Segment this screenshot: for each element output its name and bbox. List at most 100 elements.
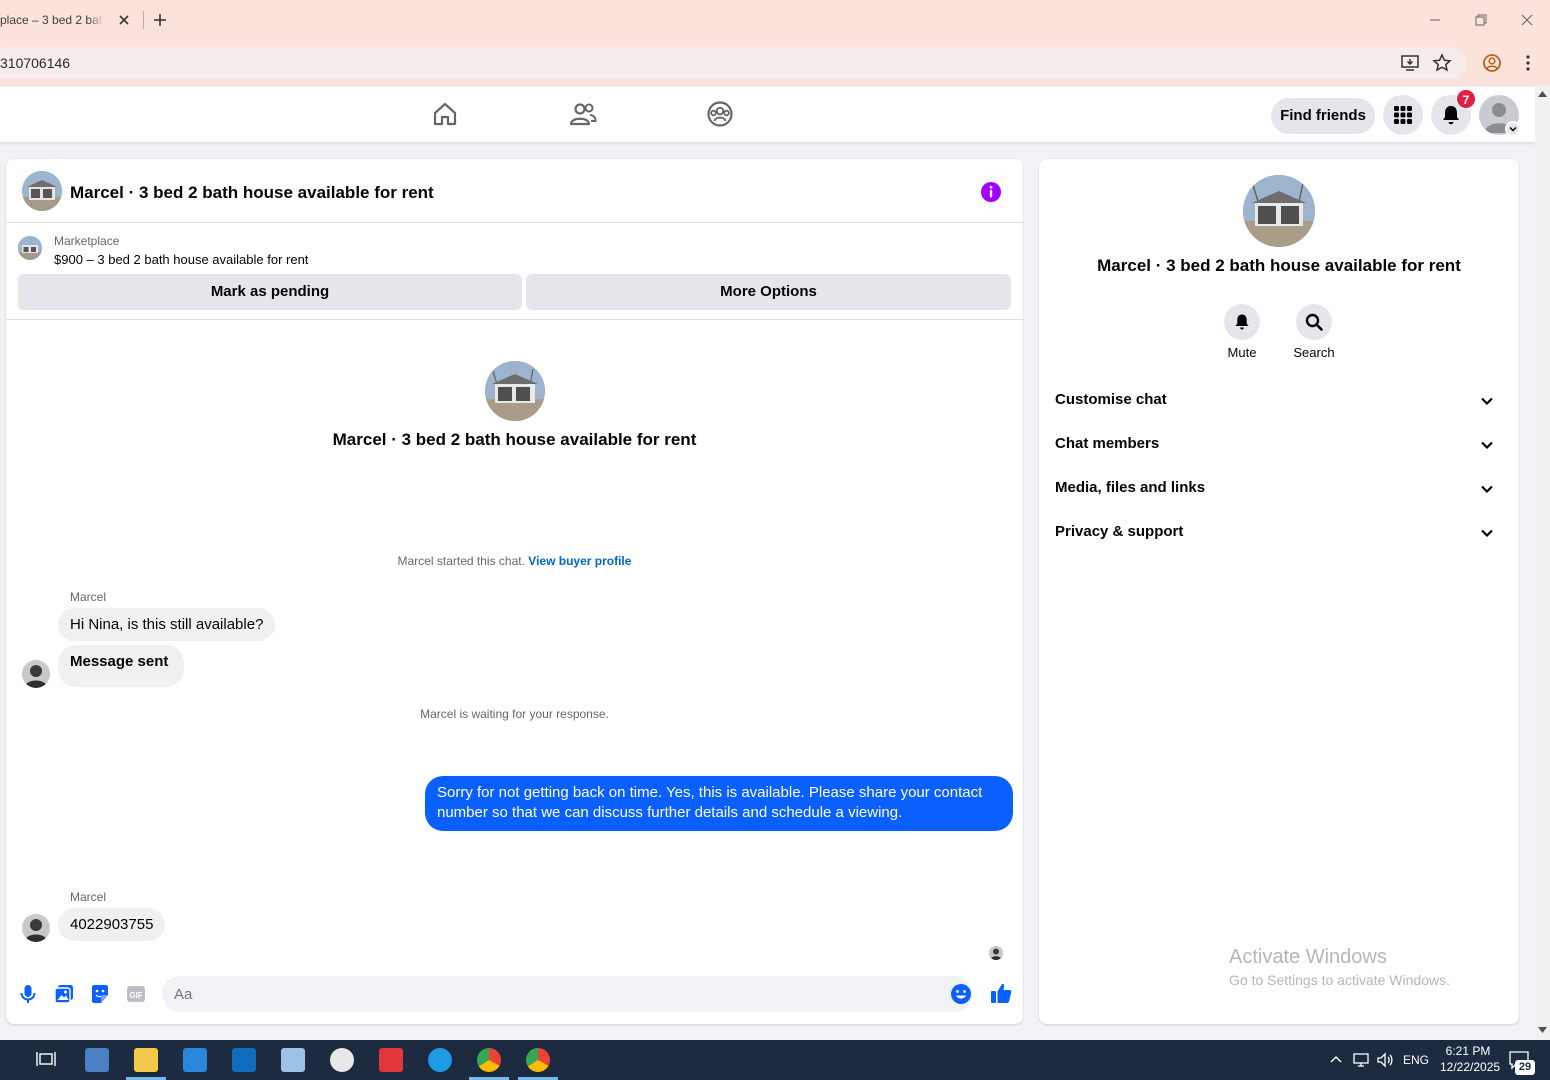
window-close-icon[interactable]: [1517, 10, 1537, 30]
microphone-icon[interactable]: [17, 983, 39, 1005]
sender-avatar[interactable]: [22, 914, 50, 942]
more-options-button[interactable]: More Options: [526, 274, 1011, 310]
chat-header: Marcel · 3 bed 2 bath house available fo…: [6, 159, 1023, 223]
listing-thumbnail[interactable]: [22, 171, 62, 211]
volume-icon[interactable]: [1376, 1051, 1394, 1069]
message-input[interactable]: [162, 976, 972, 1012]
chrome-browser-icon[interactable]: [477, 1048, 501, 1072]
marketplace-label: Marketplace: [54, 234, 120, 248]
section-label: Customise chat: [1055, 391, 1167, 408]
page-scrollbar[interactable]: [1535, 87, 1550, 1040]
menu-button[interactable]: [1383, 95, 1423, 135]
edge-browser-icon[interactable]: [428, 1048, 452, 1072]
photo-icon[interactable]: [53, 983, 75, 1005]
incoming-message[interactable]: Hi Nina, is this still available?: [58, 608, 276, 641]
chevron-down-icon: [1481, 485, 1493, 494]
media-files-links-section[interactable]: Media, files and links: [1055, 467, 1503, 511]
mail-icon[interactable]: [232, 1048, 256, 1072]
chevron-down-icon: [1509, 126, 1517, 132]
view-buyer-profile-link[interactable]: View buyer profile: [528, 554, 631, 568]
marketplace-listing-bar: Marketplace $900 – 3 bed 2 bath house av…: [6, 224, 1023, 320]
seen-receipt-avatar: [989, 946, 1003, 960]
watermark-line-1: Activate Windows: [1229, 946, 1387, 968]
person-photo-icon: [989, 946, 1003, 960]
file-explorer-icon[interactable]: [134, 1048, 158, 1072]
chrome-profile-icon[interactable]: [526, 1048, 550, 1072]
grid-menu-icon: [1394, 106, 1412, 124]
install-app-icon[interactable]: [1400, 53, 1420, 73]
tab-title: place – 3 bed 2 bath house available for…: [0, 13, 104, 27]
house-photo-icon: [22, 171, 62, 211]
chevron-down-icon: [1481, 529, 1493, 538]
bell-icon: [1235, 314, 1249, 330]
sticker-icon[interactable]: [89, 983, 111, 1005]
mute-button[interactable]: [1224, 304, 1260, 340]
listing-avatar-large: [485, 361, 545, 421]
scroll-down-icon[interactable]: [1538, 1027, 1547, 1033]
sender-name: Marcel: [70, 590, 107, 604]
photos-app-icon[interactable]: [281, 1048, 305, 1072]
groups-icon[interactable]: [706, 100, 734, 128]
mute-label: Mute: [1227, 345, 1257, 360]
paint-app-icon[interactable]: [330, 1048, 354, 1072]
privacy-support-section[interactable]: Privacy & support: [1055, 511, 1503, 555]
section-label: Media, files and links: [1055, 479, 1206, 496]
conversation-title: Marcel · 3 bed 2 bath house available fo…: [332, 430, 697, 449]
listing-price-title[interactable]: $900 – 3 bed 2 bath house available for …: [54, 252, 308, 267]
chat-panel: Marcel · 3 bed 2 bath house available fo…: [6, 159, 1023, 1024]
info-panel-title: Marcel · 3 bed 2 bath house available fo…: [1097, 256, 1461, 275]
control-panel-app-icon[interactable]: [85, 1048, 109, 1072]
browser-tab[interactable]: place – 3 bed 2 bath house available for…: [0, 0, 140, 40]
person-photo-icon: [22, 660, 50, 688]
incoming-message[interactable]: 4022903755: [58, 908, 166, 941]
like-thumbs-up-icon[interactable]: [989, 981, 1013, 1005]
language-indicator[interactable]: ENG: [1403, 1053, 1429, 1067]
chat-members-section[interactable]: Chat members: [1055, 423, 1503, 467]
search-label: Search: [1293, 345, 1335, 360]
scroll-up-icon[interactable]: [1538, 91, 1547, 97]
profile-icon[interactable]: [1482, 53, 1502, 73]
listing-small-thumbnail[interactable]: [18, 236, 42, 260]
chevron-down-icon: [1481, 397, 1493, 406]
listing-avatar-large: [1243, 175, 1315, 247]
gif-icon[interactable]: GIF: [125, 983, 147, 1005]
customise-chat-section[interactable]: Customise chat: [1055, 379, 1503, 423]
house-photo-icon: [485, 361, 545, 421]
search-icon: [1305, 313, 1323, 331]
search-button[interactable]: [1296, 304, 1332, 340]
waiting-notice: Marcel is waiting for your response.: [420, 707, 609, 721]
account-dropdown[interactable]: [1505, 121, 1521, 137]
clock[interactable]: 6:21 PM 12/22/2025: [1440, 1044, 1500, 1074]
tab-divider: [143, 11, 144, 29]
minimize-icon[interactable]: [1425, 10, 1445, 30]
info-icon[interactable]: [980, 181, 1002, 203]
clock-time: 6:21 PM: [1445, 1044, 1491, 1058]
find-friends-button[interactable]: Find friends: [1271, 98, 1375, 134]
close-tab-icon[interactable]: [116, 12, 132, 28]
incoming-message[interactable]: Message sent: [58, 645, 185, 687]
mark-as-pending-button[interactable]: Mark as pending: [18, 274, 522, 310]
new-tab-icon[interactable]: [151, 11, 169, 29]
chat-title[interactable]: Marcel · 3 bed 2 bath house available fo…: [70, 183, 434, 203]
browser-menu-icon[interactable]: [1518, 53, 1538, 73]
svg-text:GIF: GIF: [129, 991, 142, 1000]
anydesk-icon[interactable]: [379, 1048, 403, 1072]
conversation-info-panel: Marcel · 3 bed 2 bath house available fo…: [1039, 159, 1519, 1024]
browser-tab-strip: [0, 0, 1550, 40]
omnibox[interactable]: [0, 47, 1466, 79]
watermark-line-2: Go to Settings to activate Windows.: [1229, 972, 1450, 988]
tray-expand-icon[interactable]: [1329, 1053, 1343, 1067]
bookmark-star-icon[interactable]: [1432, 53, 1452, 73]
restore-icon[interactable]: [1471, 10, 1491, 30]
friends-icon[interactable]: [569, 100, 597, 128]
network-icon[interactable]: [1352, 1051, 1370, 1069]
home-icon[interactable]: [431, 100, 459, 128]
url-text[interactable]: 310706146: [0, 55, 70, 71]
sender-avatar[interactable]: [22, 660, 50, 688]
task-view-icon[interactable]: [36, 1051, 56, 1069]
notification-count-badge: 7: [1456, 89, 1476, 109]
store-icon[interactable]: [183, 1048, 207, 1072]
emoji-icon[interactable]: [950, 983, 972, 1005]
outgoing-message[interactable]: Sorry for not getting back on time. Yes,…: [425, 776, 1013, 831]
sender-name: Marcel: [70, 890, 107, 904]
